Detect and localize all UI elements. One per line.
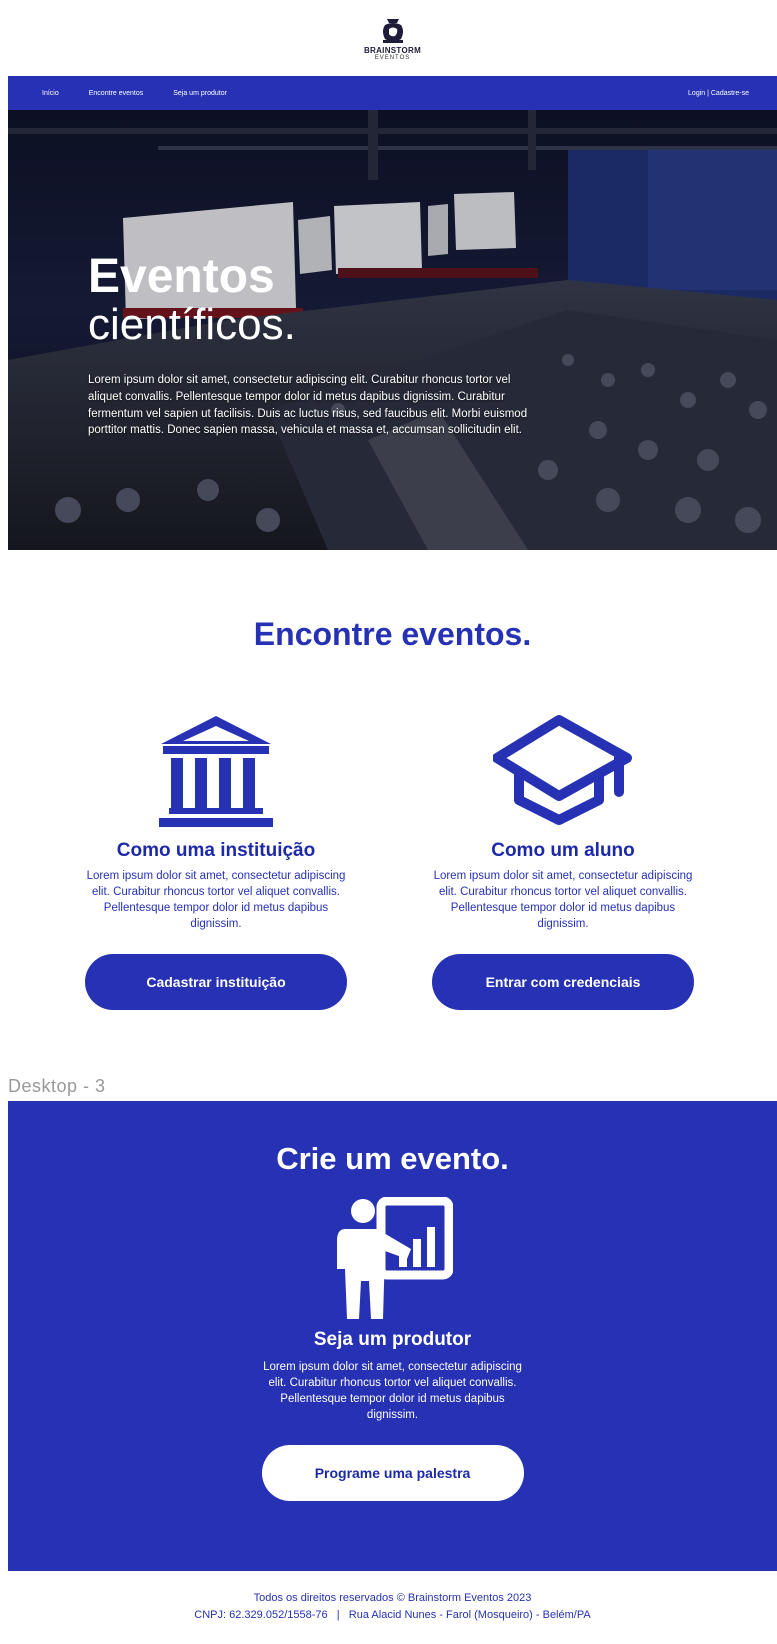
brain-logo-icon[interactable]	[379, 15, 407, 45]
graduation-cap-icon	[493, 715, 632, 825]
schedule-talk-button[interactable]: Programe uma palestra	[261, 1445, 524, 1501]
brand-subtitle: EVENTOS	[374, 55, 411, 61]
card-institution-text: Lorem ipsum dolor sit amet, consectetur …	[86, 870, 346, 930]
hero-banner: Eventos científicos. Lorem ipsum dolor s…	[8, 110, 777, 550]
footer-address: CNPJ: 62.329.052/1558-76 | Rua Alacid Nu…	[194, 1609, 591, 1621]
frame-label: Desktop - 3	[8, 1076, 106, 1096]
create-event-section: Crie um evento. Seja um produtor Lorem i…	[8, 1101, 777, 1571]
find-events-title: Encontre eventos.	[253, 616, 532, 652]
card-institution-title: Como uma instituição	[116, 840, 316, 861]
hero-title: Eventos	[88, 250, 275, 303]
create-card-title: Seja um produtor	[313, 1329, 472, 1350]
login-signup-link[interactable]: Login | Cadastre-se	[688, 90, 777, 97]
card-student-text: Lorem ipsum dolor sit amet, consectetur …	[433, 870, 693, 930]
create-card-text: Lorem ipsum dolor sit amet, consectetur …	[263, 1361, 522, 1421]
footer-copyright: Todos os direitos reservados © Brainstor…	[253, 1592, 532, 1604]
card-student: Como um aluno Lorem ipsum dolor sit amet…	[413, 712, 713, 1010]
presenter-icon	[336, 1197, 453, 1319]
brand-name: BRAINSTORM	[363, 46, 422, 55]
footer: Todos os direitos reservados © Brainstor…	[8, 1590, 777, 1624]
hero-description: Lorem ipsum dolor sit amet, consectetur …	[88, 374, 528, 437]
site-header: BRAINSTORM EVENTOS	[8, 0, 777, 76]
nav-item-inicio[interactable]: Início	[42, 90, 59, 97]
card-institution: Como uma instituição Lorem ipsum dolor s…	[66, 712, 366, 1010]
page: BRAINSTORM EVENTOS Início Encontre event…	[8, 0, 777, 1644]
nav-item-encontre-eventos[interactable]: Encontre eventos	[89, 90, 143, 97]
institution-icon	[159, 716, 273, 827]
create-event-title: Crie um evento.	[276, 1141, 509, 1176]
register-institution-button[interactable]: Cadastrar instituição	[85, 954, 347, 1010]
hero-subtitle: científicos.	[88, 300, 296, 349]
nav-item-seja-produtor[interactable]: Seja um produtor	[173, 90, 227, 97]
main-nav: Início Encontre eventos Seja um produtor…	[8, 76, 777, 110]
card-student-title: Como um aluno	[491, 840, 635, 861]
login-credentials-button[interactable]: Entrar com credenciais	[432, 954, 694, 1010]
